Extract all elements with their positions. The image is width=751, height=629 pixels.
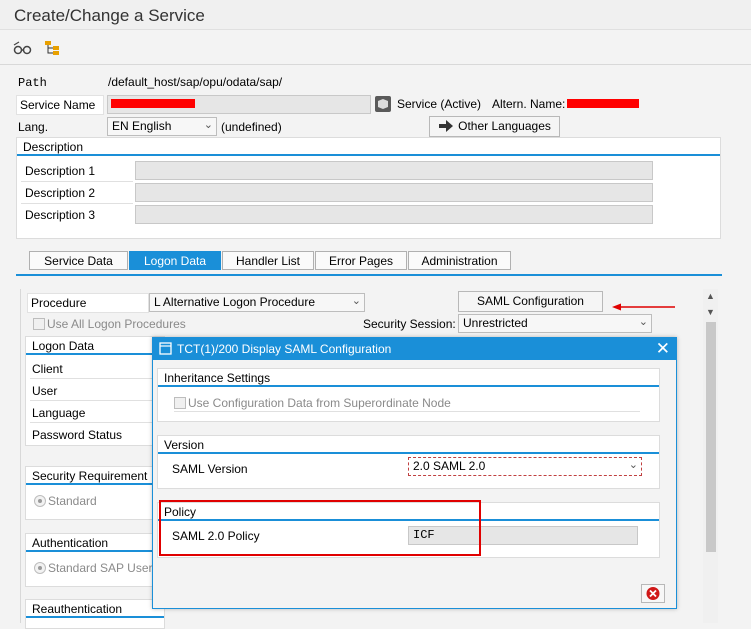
- use-all-logon-checkbox[interactable]: [33, 318, 45, 330]
- standard-sap-user-label: Standard SAP User: [48, 561, 153, 575]
- security-requirement-group: Security Requirement Standard: [25, 466, 165, 520]
- tab-strip: Service Data Logon Data Handler List Err…: [16, 251, 722, 276]
- service-status: Service (Active): [397, 97, 482, 111]
- tab-error-pages[interactable]: Error Pages: [315, 251, 407, 270]
- divider: [30, 400, 154, 401]
- divider: [21, 203, 133, 204]
- saml-config-dialog: TCT(1)/200 Display SAML Configuration ✕ …: [152, 337, 677, 609]
- scroll-down-icon[interactable]: ▼: [706, 307, 715, 317]
- authentication-title: Authentication: [26, 534, 164, 552]
- divider: [174, 411, 640, 412]
- description-title: Description: [17, 138, 720, 156]
- use-all-logon-label: Use All Logon Procedures: [47, 317, 186, 331]
- description-2-label: Description 2: [25, 186, 96, 200]
- toolbar: [0, 31, 751, 65]
- chevron-down-icon: ⌄: [628, 459, 638, 471]
- lang-select-value: EN English: [112, 119, 172, 133]
- security-session-label: Security Session:: [363, 317, 456, 331]
- standard-radio[interactable]: [34, 495, 46, 507]
- description-1-label: Description 1: [25, 164, 96, 178]
- security-session-select[interactable]: Unrestricted ⌄: [458, 314, 652, 333]
- security-requirement-title: Security Requirement: [26, 467, 164, 485]
- reauthentication-group: Reauthentication: [25, 599, 165, 629]
- lang-undefined: (undefined): [221, 120, 282, 134]
- window-title: Create/Change a Service: [14, 6, 205, 25]
- lang-label: Lang.: [18, 120, 49, 134]
- dialog-title: TCT(1)/200 Display SAML Configuration: [177, 342, 392, 356]
- tab-administration[interactable]: Administration: [408, 251, 511, 270]
- chevron-down-icon: ⌄: [638, 316, 648, 328]
- path-value: /default_host/sap/opu/odata/sap/: [108, 75, 283, 89]
- chevron-down-icon: ⌄: [203, 119, 213, 131]
- redaction-mark: [567, 99, 639, 108]
- version-title: Version: [158, 436, 659, 454]
- standard-sap-user-radio[interactable]: [34, 562, 46, 574]
- description-2-field[interactable]: [135, 183, 653, 202]
- procedure-select-value: L Alternative Logon Procedure: [154, 295, 315, 309]
- other-languages-label: Other Languages: [458, 119, 551, 133]
- description-group: Description Description 1 Description 2 …: [16, 137, 721, 239]
- scroll-up-icon[interactable]: ▲: [706, 291, 715, 301]
- chevron-down-icon: ⌄: [351, 295, 361, 307]
- saml-configuration-button[interactable]: SAML Configuration: [458, 291, 603, 312]
- use-config-checkbox[interactable]: [174, 397, 186, 409]
- vertical-scrollbar[interactable]: ▲ ▼: [703, 289, 718, 623]
- tab-handler-list[interactable]: Handler List: [222, 251, 314, 270]
- inheritance-group: Inheritance Settings Use Configuration D…: [157, 368, 660, 422]
- standard-label: Standard: [48, 494, 97, 508]
- authentication-group: Authentication Standard SAP User: [25, 533, 165, 587]
- divider: [21, 181, 133, 182]
- glasses-icon[interactable]: [12, 37, 34, 59]
- divider: [30, 378, 154, 379]
- divider: [30, 422, 154, 423]
- saml-version-value: 2.0 SAML 2.0: [413, 459, 486, 473]
- logon-data-group: Logon Data Client User Language Password…: [25, 336, 165, 446]
- dialog-title-bar: TCT(1)/200 Display SAML Configuration ✕: [153, 338, 676, 360]
- description-3-label: Description 3: [25, 208, 96, 222]
- path-label: Path: [18, 76, 47, 90]
- user-label: User: [32, 384, 58, 398]
- procedure-label: Procedure: [27, 293, 149, 313]
- inheritance-title: Inheritance Settings: [158, 369, 659, 387]
- description-1-field[interactable]: [135, 161, 653, 180]
- description-3-field[interactable]: [135, 205, 653, 224]
- annotation-highlight: [159, 500, 481, 556]
- service-name-label: Service Name: [16, 95, 104, 115]
- close-icon[interactable]: ✕: [656, 339, 670, 359]
- altern-name-label: Altern. Name:: [492, 97, 566, 111]
- scroll-thumb[interactable]: [706, 322, 716, 552]
- language-label: Language: [32, 406, 86, 420]
- object-icon[interactable]: [375, 96, 391, 112]
- saml-version-select[interactable]: 2.0 SAML 2.0 ⌄: [408, 457, 642, 476]
- client-label: Client: [32, 362, 63, 376]
- reauthentication-title: Reauthentication: [26, 600, 164, 618]
- security-session-value: Unrestricted: [463, 316, 528, 330]
- hierarchy-icon[interactable]: [42, 37, 64, 59]
- version-group: Version SAML Version 2.0 SAML 2.0 ⌄: [157, 435, 660, 489]
- tab-service-data[interactable]: Service Data: [29, 251, 128, 270]
- redaction-mark: [111, 99, 195, 108]
- annotation-arrow: [612, 300, 676, 311]
- cancel-button[interactable]: [641, 584, 665, 603]
- other-languages-button[interactable]: Other Languages: [429, 116, 560, 137]
- lang-select[interactable]: EN English ⌄: [107, 117, 217, 136]
- procedure-select[interactable]: L Alternative Logon Procedure ⌄: [149, 293, 365, 312]
- password-status-label: Password Status: [32, 428, 123, 442]
- title-bar: Create/Change a Service: [0, 0, 751, 30]
- use-config-label: Use Configuration Data from Superordinat…: [188, 396, 451, 410]
- arrow-right-icon: [438, 119, 454, 136]
- saml-version-label: SAML Version: [172, 462, 248, 476]
- tab-logon-data[interactable]: Logon Data: [129, 251, 221, 270]
- logon-data-title: Logon Data: [26, 337, 164, 355]
- dialog-window-icon: [159, 342, 172, 358]
